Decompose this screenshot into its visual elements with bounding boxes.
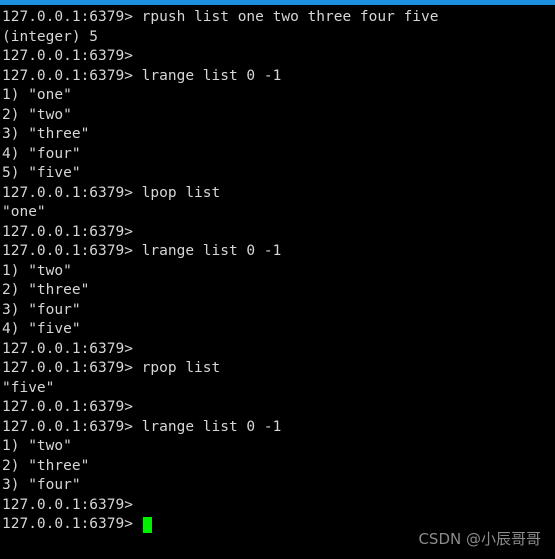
terminal-line: 127.0.0.1:6379> lrange list 0 -1 xyxy=(2,243,282,259)
shell-prompt: 127.0.0.1:6379> xyxy=(2,516,142,532)
terminal-line: 127.0.0.1:6379> xyxy=(2,223,133,240)
terminal-screen[interactable]: 127.0.0.1:6379> rpush list one two three… xyxy=(0,5,555,559)
terminal-line: 1) "one" xyxy=(2,87,72,103)
terminal-line: 3) "three" xyxy=(2,126,90,142)
text-cursor xyxy=(142,516,152,533)
terminal-line: 2) "three" xyxy=(2,457,90,474)
terminal-line: 127.0.0.1:6379> lpop list xyxy=(2,184,221,201)
terminal-line: 1) "two" xyxy=(2,438,72,454)
terminal-line: 2) "three" xyxy=(2,282,90,298)
terminal-window: 127.0.0.1:6379> rpush list one two three… xyxy=(0,0,555,559)
terminal-line: 4) "four" xyxy=(2,145,81,162)
terminal-line: 5) "five" xyxy=(2,165,81,181)
terminal-line: "five" xyxy=(2,379,55,396)
terminal-line: "one" xyxy=(2,204,46,220)
terminal-line: (integer) 5 xyxy=(2,28,99,45)
terminal-line: 127.0.0.1:6379> xyxy=(2,340,133,357)
terminal-line: 3) "four" xyxy=(2,301,81,318)
terminal-line: 127.0.0.1:6379> lrange list 0 -1 xyxy=(2,418,282,435)
terminal-line: 3) "four" xyxy=(2,477,81,493)
watermark-label: CSDN @小辰哥哥 xyxy=(418,530,541,548)
terminal-line: 127.0.0.1:6379> rpop list xyxy=(2,360,221,376)
terminal-line: 127.0.0.1:6379> xyxy=(2,496,133,513)
terminal-line: 4) "five" xyxy=(2,321,81,337)
terminal-line: 127.0.0.1:6379> rpush list one two three… xyxy=(2,9,439,25)
terminal-line: 127.0.0.1:6379> xyxy=(2,399,133,415)
terminal-line: 127.0.0.1:6379> lrange list 0 -1 xyxy=(2,67,282,84)
terminal-line: 1) "two" xyxy=(2,262,72,279)
terminal-line: 2) "two" xyxy=(2,106,72,123)
terminal-line: 127.0.0.1:6379> xyxy=(2,48,133,64)
